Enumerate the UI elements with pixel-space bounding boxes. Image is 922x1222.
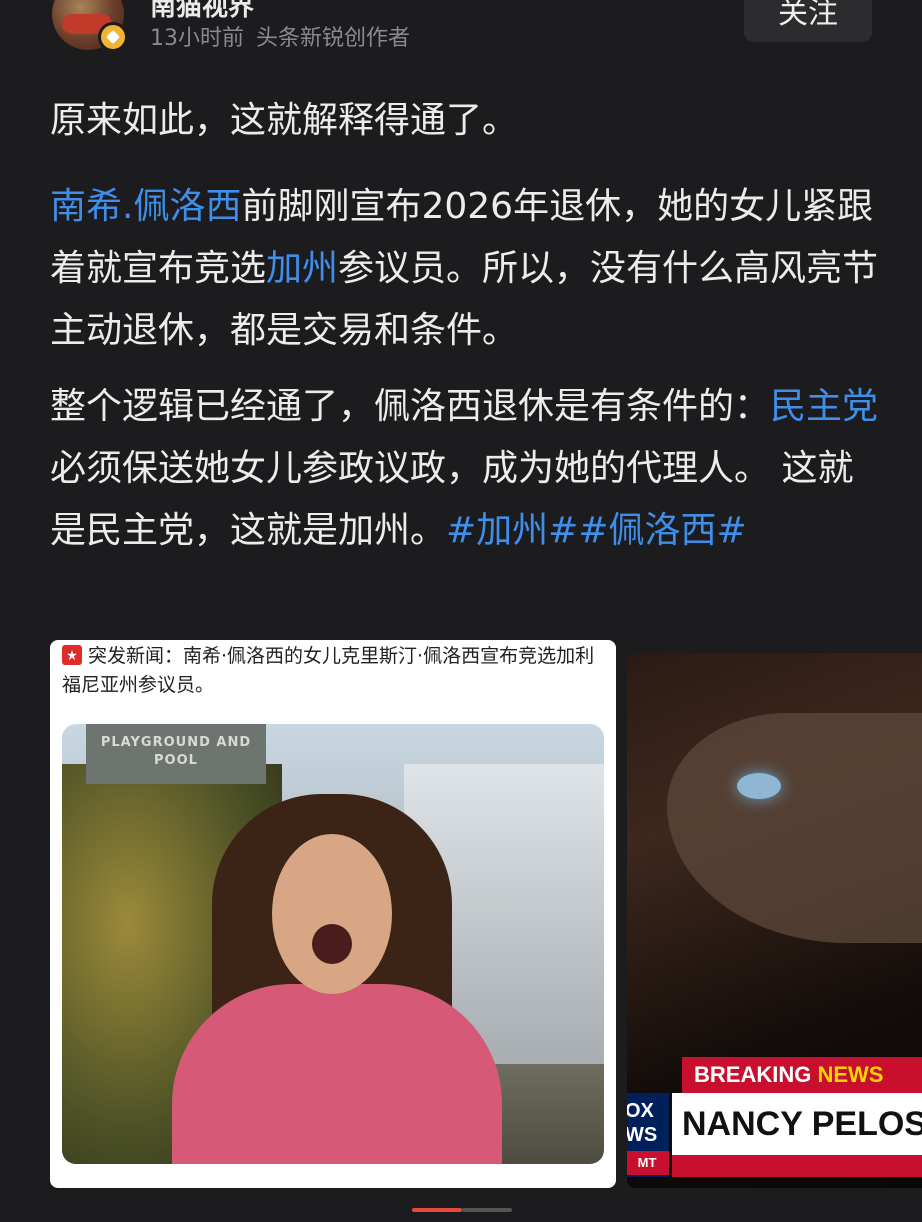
photo-woman: PLAYGROUND AND POOL <box>62 724 604 1164</box>
post-paragraph-3: 整个逻辑已经通了，佩洛西退休是有条件的：民主党必须保送她女儿参政议政，成为她的代… <box>50 376 880 562</box>
hashtag-pelosi[interactable]: #佩洛西# <box>578 510 746 551</box>
woman-face <box>272 834 392 994</box>
breaking-news-banner: BREAKING NEWS <box>682 1057 922 1093</box>
lamp-shade <box>667 713 922 943</box>
carousel-indicator-track <box>462 1208 512 1212</box>
creator-badge-icon <box>98 22 128 52</box>
link-california[interactable]: 加州 <box>266 248 338 289</box>
post-meta: 13小时前 头条新锐创作者 <box>150 20 410 52</box>
playground-sign: PLAYGROUND AND POOL <box>86 724 266 784</box>
woman-mouth <box>312 924 352 964</box>
post-image-2[interactable]: BREAKING NEWS NANCY PELOS OX WS MT <box>627 653 922 1188</box>
link-democratic-party[interactable]: 民主党 <box>770 386 878 427</box>
follow-button[interactable]: 关注 <box>744 0 872 42</box>
paragraph-text: 整个逻辑已经通了，佩洛西退休是有条件的： <box>50 386 771 427</box>
post-time: 13小时前 <box>150 26 244 51</box>
post-body: 原来如此，这就解释得通了。 南希.佩洛西前脚刚宣布2026年退休，她的女儿紧跟着… <box>50 90 880 576</box>
woman-body <box>172 984 502 1164</box>
fox-news-logo: OX WS MT <box>627 1093 669 1177</box>
ceiling-light <box>737 773 781 799</box>
post-paragraph-2: 南希.佩洛西前脚刚宣布2026年退休，她的女儿紧跟着就宣布竞选加州参议员。所以，… <box>50 176 880 362</box>
carousel-indicator-active <box>412 1208 462 1212</box>
hashtag-california[interactable]: #加州# <box>446 510 578 551</box>
post-paragraph-1: 原来如此，这就解释得通了。 <box>50 100 519 141</box>
news-name-banner: NANCY PELOS <box>672 1093 922 1155</box>
post-header: 南猫视界 13小时前 头条新锐创作者 关注 <box>0 0 922 60</box>
author-title: 头条新锐创作者 <box>256 26 411 51</box>
news-strip <box>672 1155 922 1177</box>
breaking-flag-icon <box>62 645 82 665</box>
image-caption: 突发新闻：南希·佩洛西的女儿克里斯汀·佩洛西宣布竞选加利福尼亚州参议员。 <box>62 645 595 696</box>
link-nancy-pelosi[interactable]: 南希.佩洛西 <box>50 186 241 227</box>
post-image-1[interactable]: 突发新闻：南希·佩洛西的女儿克里斯汀·佩洛西宣布竞选加利福尼亚州参议员。 PLA… <box>50 640 616 1188</box>
